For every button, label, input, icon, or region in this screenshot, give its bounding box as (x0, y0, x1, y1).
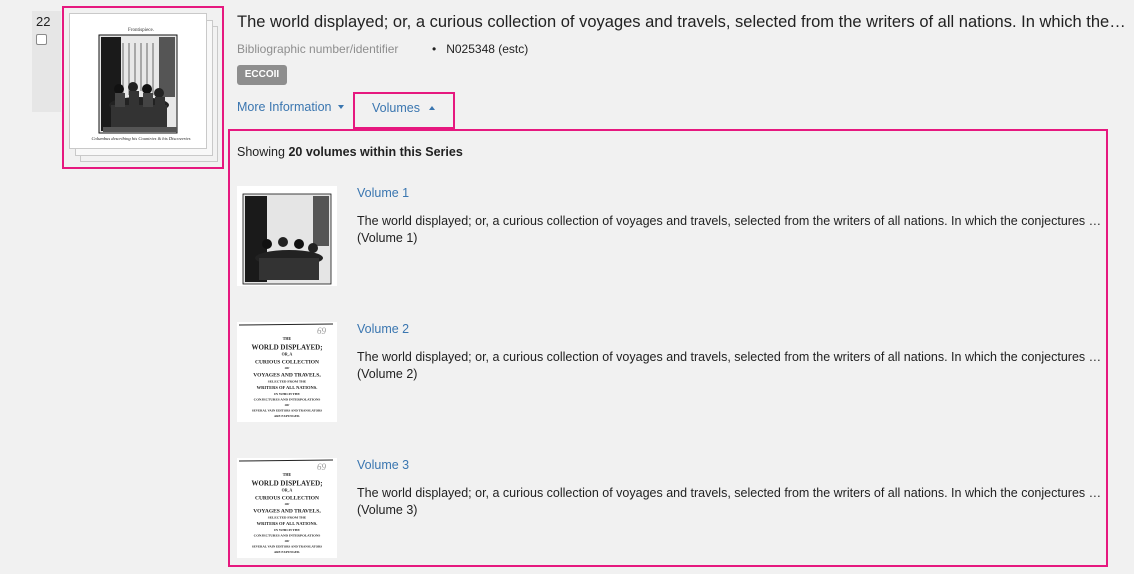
cover-stack-front: Frontispiece. Columbus describing his Co… (69, 13, 207, 149)
volumes-toggle[interactable]: Volumes (353, 92, 455, 129)
volumes-panel: Showing 20 volumes within this Series Vo… (228, 129, 1108, 567)
result-title[interactable]: The world displayed; or, a curious colle… (237, 13, 1127, 32)
svg-text:OF: OF (285, 403, 290, 407)
svg-text:SELECTED FROM THE: SELECTED FROM THE (268, 379, 307, 383)
volume-thumbnail[interactable] (237, 186, 337, 286)
bullet-icon: • (432, 42, 437, 56)
svg-text:WORLD DISPLAYED;: WORLD DISPLAYED; (251, 343, 322, 351)
volume-number: (Volume 3) (357, 503, 418, 517)
svg-text:OF: OF (285, 539, 290, 543)
svg-text:WRITERS OF ALL NATIONS.: WRITERS OF ALL NATIONS. (257, 385, 318, 390)
caption-bottom: Columbus describing his Countries & his … (91, 136, 190, 141)
svg-text:WRITERS OF ALL NATIONS.: WRITERS OF ALL NATIONS. (257, 521, 318, 526)
volume-description: The world displayed; or, a curious colle… (357, 350, 1102, 364)
svg-text:IN WHICH THE: IN WHICH THE (274, 392, 300, 396)
volume-thumbnail[interactable]: 69 THE WORLD DISPLAYED; OR, A CURIOUS COLLEC… (237, 458, 337, 558)
svg-text:WORLD DISPLAYED;: WORLD DISPLAYED; (251, 479, 322, 487)
svg-text:69: 69 (317, 326, 327, 336)
volume-number: (Volume 1) (357, 231, 418, 245)
result-index: 22 (36, 14, 51, 29)
caret-down-icon (338, 105, 345, 109)
select-checkbox[interactable] (36, 34, 47, 45)
caption-top: Frontispiece. (128, 28, 154, 33)
more-information-label: More Information (237, 100, 332, 114)
volume-description: The world displayed; or, a curious colle… (357, 486, 1102, 500)
volume-title-link[interactable]: Volume 1 (357, 186, 409, 200)
frontispiece-image: Frontispiece. Columbus describing his Co… (89, 23, 193, 147)
identifier-text: N025348 (estc) (446, 42, 529, 56)
identifier-label: Bibliographic number/identifier (237, 42, 399, 56)
svg-text:IN WHICH THE: IN WHICH THE (274, 528, 300, 532)
volumes-count: Showing 20 volumes within this Series (237, 145, 463, 159)
volumes-count-prefix: Showing (237, 145, 289, 159)
svg-text:SELECTED FROM THE: SELECTED FROM THE (268, 515, 307, 519)
svg-text:OR, A: OR, A (282, 352, 293, 357)
identifier-value: • N025348 (estc) (432, 42, 528, 56)
svg-text:THE: THE (283, 472, 292, 477)
svg-text:OF: OF (285, 366, 290, 370)
caret-up-icon (428, 106, 435, 110)
more-information-toggle[interactable]: More Information (237, 100, 345, 114)
svg-text:ARE EXPUNGED.: ARE EXPUNGED. (274, 550, 300, 554)
volumes-count-value: 20 volumes within this Series (288, 145, 463, 159)
svg-text:OF: OF (285, 502, 290, 506)
svg-text:THE: THE (283, 336, 292, 341)
volumes-label: Volumes (372, 101, 420, 115)
svg-text:ARE EXPUNGED.: ARE EXPUNGED. (274, 414, 300, 418)
svg-text:SEVERAL VAIN EDITORS AND TRANS: SEVERAL VAIN EDITORS AND TRANSLATORS (252, 545, 323, 549)
volume-title-link[interactable]: Volume 3 (357, 458, 409, 472)
volume-title-link[interactable]: Volume 2 (357, 322, 409, 336)
volume-description: The world displayed; or, a curious colle… (357, 214, 1102, 228)
cover-thumbnail[interactable]: Frontispiece. Columbus describing his Co… (62, 6, 224, 169)
svg-text:CONJECTURES AND INTERPOLATIONS: CONJECTURES AND INTERPOLATIONS (254, 534, 321, 538)
svg-text:VOYAGES AND TRAVELS,: VOYAGES AND TRAVELS, (253, 373, 321, 379)
result-index-column: 22 (32, 11, 61, 112)
svg-text:CONJECTURES AND INTERPOLATIONS: CONJECTURES AND INTERPOLATIONS (254, 398, 321, 402)
svg-text:OR, A: OR, A (282, 488, 293, 493)
collection-badge: ECCOII (237, 65, 287, 85)
volume-thumbnail[interactable]: 69 THE WORLD DISPLAYED; OR, A CURIOUS COLLEC… (237, 322, 337, 422)
svg-text:SEVERAL VAIN EDITORS AND TRANS: SEVERAL VAIN EDITORS AND TRANSLATORS (252, 409, 323, 413)
volume-number: (Volume 2) (357, 367, 418, 381)
svg-text:69: 69 (317, 462, 327, 472)
svg-text:CURIOUS COLLECTION: CURIOUS COLLECTION (255, 495, 319, 501)
svg-text:VOYAGES AND TRAVELS,: VOYAGES AND TRAVELS, (253, 509, 321, 515)
svg-text:CURIOUS COLLECTION: CURIOUS COLLECTION (255, 359, 319, 365)
